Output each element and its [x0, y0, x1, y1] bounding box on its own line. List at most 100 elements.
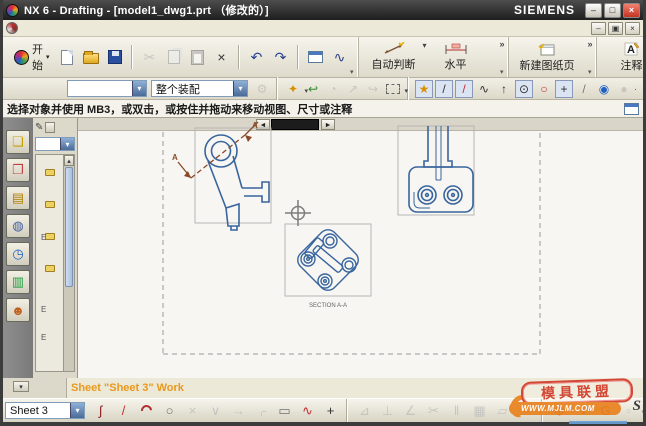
start-button[interactable]: 开始 ▾	[9, 38, 55, 76]
horizontal-dimension-button[interactable]: 水平	[427, 39, 485, 75]
menu-view[interactable]	[42, 27, 52, 29]
midpoint-snap-icon[interactable]: /	[455, 80, 473, 98]
control-point-snap-icon[interactable]: ∿	[475, 80, 493, 98]
menu-preferences[interactable]	[112, 27, 122, 29]
selection-scope-dropdown-icon[interactable]: ▾	[233, 81, 247, 96]
group-flyout-icon[interactable]: ▾	[588, 68, 592, 76]
prompt-window-icon[interactable]	[624, 103, 639, 115]
sheet-border	[163, 132, 540, 354]
inferred-dimension-button[interactable]: 自动判断	[365, 39, 423, 75]
mdi-minimize-button[interactable]: –	[591, 22, 606, 35]
mdi-restore-button[interactable]: ▣	[608, 22, 623, 35]
open-icon[interactable]	[80, 46, 102, 68]
reuse-library-tab[interactable]: ◍	[6, 214, 30, 238]
maximize-button[interactable]: □	[604, 3, 621, 18]
info-window-icon[interactable]	[305, 46, 327, 68]
palette-folder-icon[interactable]	[39, 193, 61, 215]
sheet-combo[interactable]: Sheet 3 ▾	[5, 402, 85, 419]
dropdown-arrow-icon[interactable]: ▾	[404, 87, 408, 95]
new-file-icon[interactable]	[56, 46, 78, 68]
note-button[interactable]: A 注释	[603, 39, 646, 75]
group-flyout-icon[interactable]: ▾	[500, 68, 504, 76]
constraint-navigator-tab[interactable]: ❐	[6, 158, 30, 182]
sheet-combo-dropdown-icon[interactable]: ▾	[70, 403, 84, 418]
point-on-curve-snap-icon[interactable]: /	[575, 80, 593, 98]
group-overflow-icon[interactable]: »	[500, 39, 505, 49]
section-line[interactable]	[178, 122, 258, 178]
menu-window[interactable]	[122, 27, 132, 29]
part-navigator-tab[interactable]: ▤	[6, 186, 30, 210]
dropdown-arrow-icon[interactable]: ▾	[641, 408, 645, 416]
group-overflow-icon[interactable]: »	[588, 39, 593, 49]
menu-information[interactable]	[92, 27, 102, 29]
drawing-view-top[interactable]	[398, 126, 474, 215]
view-origin-crosshair-icon[interactable]	[285, 200, 311, 226]
drawing-canvas[interactable]: A A	[78, 118, 643, 378]
selection-bar-overflow-icon[interactable]: ·	[634, 84, 637, 94]
intersection-snap-icon[interactable]: ↑	[495, 80, 513, 98]
palette-scroll-thumb[interactable]	[65, 167, 73, 287]
palette-header-button[interactable]	[45, 122, 55, 133]
menu-edit[interactable]	[32, 27, 42, 29]
point-on-surface-snap-icon[interactable]: ◉	[595, 80, 613, 98]
graphics-window[interactable]: ◄ ►	[78, 118, 643, 378]
palette-combo[interactable]: ▾	[35, 137, 75, 151]
redo-icon[interactable]: ↷	[270, 46, 292, 68]
menu-file[interactable]	[22, 27, 32, 29]
rectangle-icon[interactable]: ▭	[274, 401, 295, 421]
palettes-tab[interactable]: ▥	[6, 270, 30, 294]
mdi-window-buttons: – ▣ ×	[589, 22, 640, 35]
type-filter-dropdown-icon[interactable]: ▾	[132, 81, 146, 96]
history-tab[interactable]: ◷	[6, 242, 30, 266]
type-filter-combo[interactable]: ▾	[67, 80, 147, 97]
lasso-icon[interactable]: ▾	[384, 80, 402, 98]
endpoint-snap-icon[interactable]: /	[435, 80, 453, 98]
studio-spline-icon[interactable]: ∿	[297, 401, 318, 421]
group-flyout-icon[interactable]: ▾	[350, 68, 354, 76]
revert-selection-icon[interactable]: ↩	[304, 80, 322, 98]
annotation-toolbar-group: » A 注释 ▾	[597, 37, 646, 77]
new-sheet-button[interactable]: 新建图纸页	[515, 39, 580, 75]
delete-icon[interactable]: ×	[211, 46, 233, 68]
arc-icon[interactable]	[136, 401, 157, 421]
menu-help[interactable]	[132, 27, 142, 29]
profile-icon[interactable]: ∫	[90, 401, 111, 421]
roles-tab[interactable]: ☻	[6, 298, 30, 322]
close-button[interactable]: ×	[623, 3, 640, 18]
menu-tools[interactable]	[72, 27, 82, 29]
snap-point-enable-icon[interactable]: ★	[415, 80, 433, 98]
minimize-button[interactable]: –	[585, 3, 602, 18]
menu-assemblies[interactable]	[82, 27, 92, 29]
save-icon[interactable]	[104, 46, 126, 68]
quadrant-snap-icon[interactable]: ○	[535, 80, 553, 98]
dimension-toolbar-group: » 自动判断 ▾ 水平 ▾	[359, 37, 509, 77]
drawing-view-front[interactable]: A A	[172, 121, 271, 230]
assembly-navigator-tab[interactable]: ❏	[6, 130, 30, 154]
existing-point-snap-icon[interactable]: +	[555, 80, 573, 98]
undo-icon[interactable]: ↶	[246, 46, 268, 68]
mdi-close-button[interactable]: ×	[625, 22, 640, 35]
circle-icon[interactable]: ○	[159, 401, 180, 421]
palette-scroll-up-icon[interactable]: ▴	[64, 155, 74, 166]
point-icon[interactable]: +	[320, 401, 341, 421]
selection-scope-combo[interactable]: 整个装配 ▾	[151, 80, 248, 97]
auto-constrain-icon: ⊿	[354, 401, 375, 421]
menu-format[interactable]	[62, 27, 72, 29]
palette-pencil-icon[interactable]: ✎	[35, 122, 43, 133]
menu-insert[interactable]	[52, 27, 62, 29]
line-icon[interactable]: /	[113, 401, 134, 421]
palette-scroll-down-icon[interactable]: ▾	[13, 381, 29, 392]
filter-star-icon[interactable]: ✦▾	[284, 80, 302, 98]
palette-folder-icon[interactable]	[39, 257, 61, 279]
offset-curve-icon[interactable]: G	[595, 401, 616, 421]
arc-center-snap-icon[interactable]: ⊙	[515, 80, 533, 98]
show-hide-icon[interactable]: ◑	[572, 401, 593, 421]
menu-analysis[interactable]	[102, 27, 112, 29]
palette-folder-icon[interactable]	[39, 161, 61, 183]
palette-combo-dropdown-icon[interactable]: ▾	[60, 138, 74, 150]
palette-scrollbar[interactable]: ▴	[63, 155, 74, 371]
command-finder-icon[interactable]: ∿	[329, 46, 351, 68]
snap-point-tool-icon[interactable]: ⊕	[549, 401, 570, 421]
palette-bottom-stub: ▾	[3, 378, 67, 398]
drawing-view-section[interactable]: SECTION A-A	[285, 200, 371, 309]
